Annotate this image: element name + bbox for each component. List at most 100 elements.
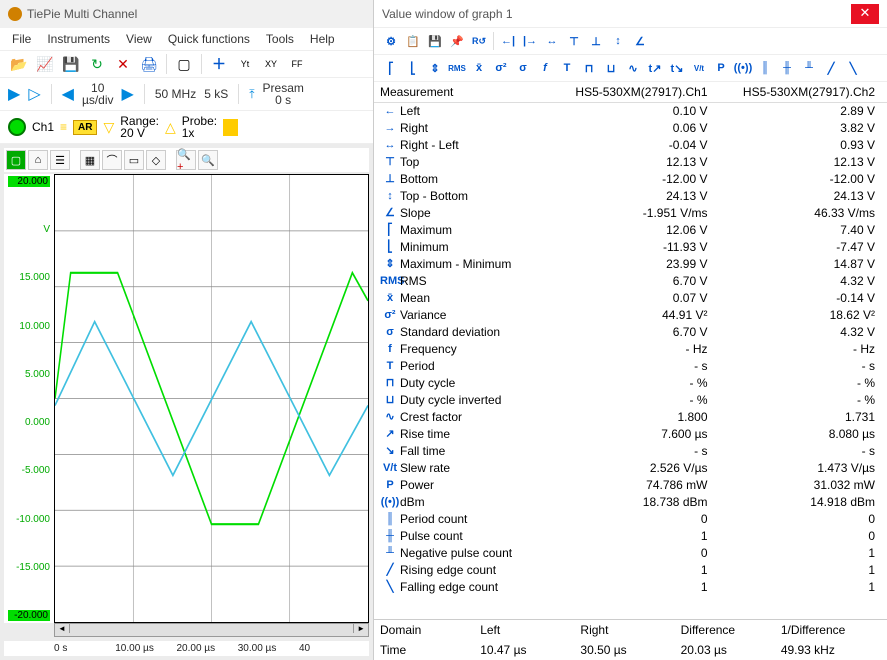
presample[interactable]: Presam 0 s <box>263 82 304 106</box>
menu-view[interactable]: View <box>126 32 152 46</box>
timebase-dec-icon[interactable]: ◀ <box>62 84 74 104</box>
y-axis: 20.000 V 15.000 10.000 5.000 0.000 -5.00… <box>4 174 54 623</box>
oscilloscope-plot[interactable] <box>54 174 369 623</box>
measure-value-ch1: 0 <box>560 512 728 527</box>
menu-instruments[interactable]: Instruments <box>47 32 110 46</box>
measure-value-ch1: - s <box>560 359 728 374</box>
save-values-icon[interactable]: 💾 <box>424 30 446 52</box>
rise-icon[interactable]: t↗ <box>644 57 666 79</box>
cursor-both-icon[interactable]: ↔ <box>541 30 563 52</box>
save-icon[interactable]: 💾 <box>60 53 82 75</box>
ch1-bars-icon[interactable]: ≡ <box>60 120 67 134</box>
measure-value-ch1: 0 <box>560 546 728 561</box>
reset-icon[interactable]: R↺ <box>468 30 490 52</box>
graph-mode3-icon[interactable]: ◇ <box>146 150 166 170</box>
close-icon[interactable]: ✕ <box>851 4 879 24</box>
measurement-row: ←Left0.10 V2.89 V <box>374 103 887 120</box>
clipboard-icon[interactable]: 📋 <box>402 30 424 52</box>
add-icon[interactable]: ＋ <box>208 53 230 75</box>
period-count-icon[interactable]: ║ <box>754 57 776 79</box>
duty-icon[interactable]: ⊓ <box>578 57 600 79</box>
ch1-enable-icon[interactable] <box>8 118 26 136</box>
cursor-left-icon[interactable]: ←| <box>497 30 519 52</box>
refresh-icon[interactable]: ↻ <box>86 53 108 75</box>
measure-name: Duty cycle inverted <box>400 393 560 408</box>
title-bar-left: TiePie Multi Channel <box>0 0 373 28</box>
sample-rate[interactable]: 50 MHz <box>155 87 196 101</box>
probe-badge-icon[interactable]: ▷ <box>223 119 238 136</box>
xy-mode-icon[interactable]: XY <box>260 53 282 75</box>
pk-pk-icon[interactable]: ⇕ <box>424 57 446 79</box>
graph-axis-icon[interactable]: ☰ <box>50 150 70 170</box>
graph-toolbar: ▢ ⌂ ☰ ▦ ⌒ ▭ ◇ 🔍+ 🔍 <box>4 148 369 172</box>
graph-mode2-icon[interactable]: ▭ <box>124 150 144 170</box>
cursor-bottom-icon[interactable]: ⊥ <box>585 30 607 52</box>
mean-icon[interactable]: x̄ <box>468 57 490 79</box>
delete-icon[interactable]: ✕ <box>112 53 134 75</box>
measurement-header: Measurement HS5-530XM(27917).Ch1 HS5-530… <box>374 82 887 103</box>
power-icon[interactable]: P <box>710 57 732 79</box>
measurement-row: ↕Top - Bottom24.13 V24.13 V <box>374 188 887 205</box>
trigger-icon[interactable]: ⤒ <box>249 87 254 102</box>
graph-settings-icon[interactable]: ▢ <box>173 53 195 75</box>
rms-icon[interactable]: RMS <box>446 57 468 79</box>
main-toolbar: 📂 📈 💾 ↻ ✕ 🖨 ▢ ＋ Yt XY FF <box>0 51 373 78</box>
timebase-inc-icon[interactable]: ▶ <box>122 84 134 104</box>
zoom-out-icon[interactable]: 🔍 <box>198 150 218 170</box>
stddev-icon[interactable]: σ <box>512 57 534 79</box>
period-icon[interactable]: T <box>556 57 578 79</box>
zoom-in-icon[interactable]: 🔍+ <box>176 150 196 170</box>
pulse-count-icon[interactable]: ╫ <box>776 57 798 79</box>
min-icon[interactable]: ⎣ <box>402 57 424 79</box>
probe-value[interactable]: Probe: 1x <box>182 115 217 139</box>
play-once-icon[interactable]: ▷ <box>28 84 40 104</box>
graph-grid-icon[interactable]: ▦ <box>80 150 100 170</box>
crest-icon[interactable]: ∿ <box>622 57 644 79</box>
slew-icon[interactable]: V/t <box>688 57 710 79</box>
max-icon[interactable]: ⎡ <box>380 57 402 79</box>
horizontal-scrollbar[interactable]: ◄ ► <box>54 623 369 637</box>
graph-home-icon[interactable]: ⌂ <box>28 150 48 170</box>
fall-count-icon[interactable]: ╲ <box>842 57 864 79</box>
menu-quick-functions[interactable]: Quick functions <box>168 32 250 46</box>
rise-count-icon[interactable]: ╱ <box>820 57 842 79</box>
settings-icon[interactable]: ⚙ <box>380 30 402 52</box>
play-icon[interactable]: ▶ <box>8 84 20 104</box>
pin-icon[interactable]: 📌 <box>446 30 468 52</box>
measure-name: Period count <box>400 512 560 527</box>
timebase-value[interactable]: 10 µs/div <box>82 82 114 106</box>
cursor-slope-icon[interactable]: ∠ <box>629 30 651 52</box>
range-dec-icon[interactable]: ▽ <box>103 119 114 136</box>
autorange-button[interactable]: AR <box>73 120 97 135</box>
measure-value-ch2: - % <box>728 393 882 408</box>
measure-value-ch2: 4.32 V <box>728 274 882 289</box>
freq-icon[interactable]: f <box>534 57 556 79</box>
graph-auto-icon[interactable]: ▢ <box>6 150 26 170</box>
record-length[interactable]: 5 kS <box>204 87 228 101</box>
fall-icon[interactable]: t↘ <box>666 57 688 79</box>
measure-icon: ⊥ <box>380 172 400 187</box>
neg-pulse-icon[interactable]: ╨ <box>798 57 820 79</box>
measurement-row: ↔Right - Left-0.04 V0.93 V <box>374 137 887 154</box>
chart-open-icon[interactable]: 📈 <box>34 53 56 75</box>
cursor-vert-icon[interactable]: ↕ <box>607 30 629 52</box>
menu-file[interactable]: File <box>12 32 31 46</box>
measure-value-ch2: - s <box>728 359 882 374</box>
menu-help[interactable]: Help <box>310 32 335 46</box>
measure-value-ch2: - Hz <box>728 342 882 357</box>
fft-mode-icon[interactable]: FF <box>286 53 308 75</box>
cursor-right-icon[interactable]: |→ <box>519 30 541 52</box>
yt-mode-icon[interactable]: Yt <box>234 53 256 75</box>
dbm-icon[interactable]: ((•)) <box>732 57 754 79</box>
menu-tools[interactable]: Tools <box>266 32 294 46</box>
range-inc-icon[interactable]: △ <box>165 119 176 136</box>
open-icon[interactable]: 📂 <box>8 53 30 75</box>
measure-name: Fall time <box>400 444 560 459</box>
range-value[interactable]: Range: 20 V <box>120 115 159 139</box>
variance-icon[interactable]: σ² <box>490 57 512 79</box>
cursor-top-icon[interactable]: ⊤ <box>563 30 585 52</box>
print-icon[interactable]: 🖨 <box>138 53 160 75</box>
duty-inv-icon[interactable]: ⊔ <box>600 57 622 79</box>
measure-value-ch2: 7.40 V <box>728 223 882 238</box>
graph-mode1-icon[interactable]: ⌒ <box>102 150 122 170</box>
